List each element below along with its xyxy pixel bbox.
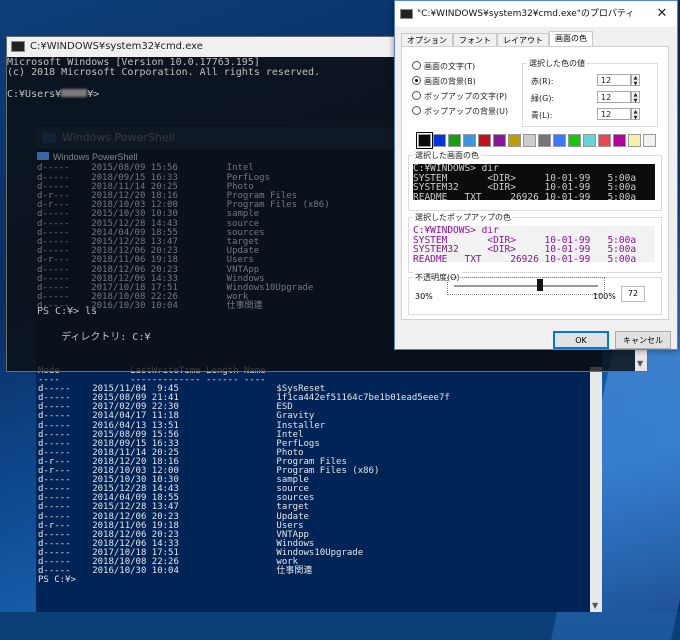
opacity-value: 72 (621, 286, 645, 302)
color-swatch[interactable] (478, 134, 491, 147)
ghost-powershell-icon (37, 152, 49, 161)
dialog-titlebar[interactable]: "C:¥WINDOWS¥system32¥cmd.exe"のプロパティ ✕ (395, 1, 677, 27)
ps-ls-command: PS C:¥> ls (37, 306, 98, 317)
red-label: 赤(R): (531, 77, 554, 86)
powershell-console-output[interactable]: Mode LastWriteTime Length Name---- -----… (38, 366, 592, 586)
popup-preview-group: 選択したポップアップの色 C:¥WINDOWS> dir SYSTEM <DIR>… (408, 212, 662, 273)
blue-input[interactable]: 12 (597, 108, 631, 120)
screen-preview-label: 選択した画面の色 (413, 150, 481, 161)
red-spinner-icon[interactable]: ▲ ▼ (631, 74, 640, 87)
ghost-powershell-title: Windows PowerShell (53, 152, 138, 163)
ghost-row-name: 仕事関連 (226, 301, 263, 312)
row-name: 1f1ca442ef51164c7be1b01ead5eee7f (276, 393, 450, 404)
popup-color-preview: C:¥WINDOWS> dir SYSTEM <DIR> 10-01-99 5:0… (413, 226, 655, 262)
color-swatch[interactable] (508, 134, 521, 147)
cmd-prompt-tail: ¥> (87, 88, 100, 100)
color-swatch[interactable] (643, 134, 656, 147)
color-swatch[interactable] (463, 134, 476, 147)
red-row: 赤(R): 12 ▲ ▼ (531, 74, 640, 87)
red-input[interactable]: 12 (597, 74, 631, 86)
blue-spinner-icon[interactable]: ▲ ▼ (631, 108, 640, 121)
powershell-scrollbar[interactable]: ▼ (590, 367, 602, 612)
cmd-scroll-down-icon[interactable]: ▼ (637, 359, 643, 368)
opacity-slider-thumb[interactable] (536, 279, 543, 291)
opacity-slider-track (454, 285, 598, 287)
opacity-min-label: 30% (415, 292, 433, 301)
color-swatch[interactable] (628, 134, 641, 147)
opacity-slider[interactable] (447, 277, 605, 295)
radio-popup-background-label: ポップアップの背景(U) (424, 107, 509, 116)
radio-popup-text[interactable]: ポップアップの文字(P) (412, 91, 507, 102)
radio-button[interactable] (412, 91, 421, 100)
blue-label: 青(L): (531, 111, 553, 120)
cmd-console-output[interactable]: Microsoft Windows [Version 10.0.17763.19… (7, 57, 321, 100)
color-swatch[interactable] (598, 134, 611, 147)
green-row: 緑(G): 12 ▲ ▼ (531, 91, 640, 104)
color-values-label: 選択した色の値 (527, 58, 587, 69)
screen-preview-group: 選択した画面の色 C:¥WINDOWS> dir SYSTEM <DIR> 10-… (408, 150, 662, 211)
row-date: 2016/10/30 (92, 566, 152, 577)
ok-button[interactable]: OK (553, 331, 609, 349)
cmd-prompt: C:¥Users¥ (7, 88, 62, 100)
properties-dialog[interactable]: "C:¥WINDOWS¥system32¥cmd.exe"のプロパティ ✕ オプ… (394, 0, 678, 350)
radio-popup-text-label: ポップアップの文字(P) (424, 92, 508, 101)
dialog-cmd-icon (400, 8, 413, 19)
color-swatch[interactable] (553, 134, 566, 147)
row-time: 10:04 (151, 566, 277, 577)
radio-button[interactable] (412, 61, 421, 70)
radio-screen-text-label: 画面の文字(T) (424, 62, 476, 71)
ghost-row-time: 10:04 (150, 301, 227, 312)
color-swatch[interactable] (416, 132, 433, 149)
scroll-down-icon[interactable]: ▼ (592, 601, 598, 610)
radio-screen-background-label: 画面の背景(B) (424, 77, 476, 86)
screen-color-preview: C:¥WINDOWS> dir SYSTEM <DIR> 10-01-99 5:0… (413, 164, 655, 200)
cancel-button[interactable]: キャンセル (615, 331, 671, 349)
screen-preview-line: README TXT 26926 10-01-99 5:00a (413, 191, 637, 200)
dialog-tabs: オプション フォント レイアウト 画面の色 (401, 31, 593, 48)
radio-screen-background[interactable]: 画面の背景(B) (412, 76, 476, 87)
color-values-group: 選択した色の値 赤(R): 12 ▲ ▼ 緑(G): 12 ▲ ▼ 青(L): 12… (522, 58, 658, 127)
color-swatch[interactable] (448, 134, 461, 147)
radio-popup-background[interactable]: ポップアップの背景(U) (412, 106, 508, 117)
green-spinner-icon[interactable]: ▲ ▼ (631, 91, 640, 104)
cmd-icon (11, 40, 25, 52)
dialog-title: "C:¥WINDOWS¥system32¥cmd.exe"のプロパティ (417, 9, 635, 19)
color-swatch[interactable] (433, 134, 446, 147)
close-icon[interactable]: ✕ (647, 1, 677, 27)
color-palette (416, 132, 658, 149)
popup-preview-label: 選択したポップアップの色 (413, 212, 513, 223)
radio-button[interactable] (412, 106, 421, 115)
color-swatch[interactable] (538, 134, 551, 147)
blue-row: 青(L): 12 ▲ ▼ (531, 108, 640, 121)
green-input[interactable]: 12 (597, 91, 631, 103)
color-swatch[interactable] (568, 134, 581, 147)
color-swatch[interactable] (493, 134, 506, 147)
popup-preview-line: README TXT 26926 10-01-99 5:00a (413, 253, 637, 262)
radio-button-selected[interactable] (412, 76, 421, 85)
green-label: 緑(G): (531, 94, 555, 103)
redacted-username (61, 88, 88, 97)
listing-row: d----- 2016/10/30 10:04 仕事関連 (38, 567, 592, 576)
cmd-banner-copyright: (c) 2018 Microsoft Corporation. All righ… (7, 67, 321, 79)
color-swatch[interactable] (613, 134, 626, 147)
color-swatch[interactable] (583, 134, 596, 147)
row-name: 仕事関連 (276, 566, 313, 577)
radio-screen-text[interactable]: 画面の文字(T) (412, 61, 475, 72)
color-swatch[interactable] (523, 134, 536, 147)
directory-line: ディレクトリ: C:¥ (61, 332, 151, 343)
cmd-title: C:¥WINDOWS¥system32¥cmd.exe (30, 41, 203, 52)
cmd-ghost-bottom: PS C:¥> ls ディレクトリ: C:¥ (37, 305, 151, 344)
powershell-prompt: PS C:¥> (38, 575, 76, 586)
